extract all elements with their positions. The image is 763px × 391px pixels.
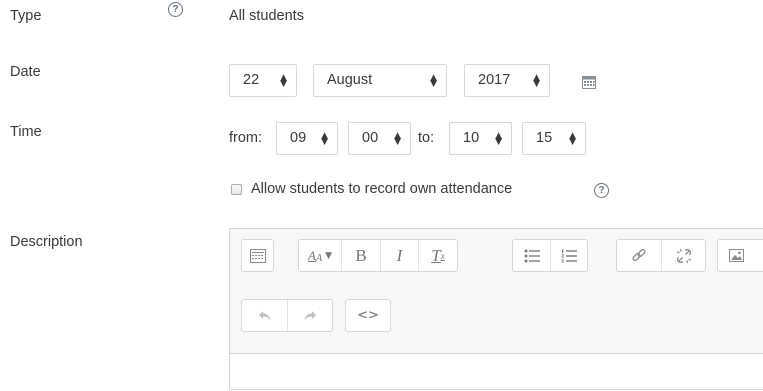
self-record-checkbox[interactable] — [231, 184, 242, 195]
undo-icon[interactable] — [242, 300, 287, 331]
from-minute-select[interactable]: 00 ▲ ▼ — [348, 122, 411, 155]
unordered-list-icon[interactable] — [513, 240, 550, 271]
code-icon[interactable]: <> — [346, 300, 390, 331]
sort-arrows-icon: ▲ ▼ — [280, 72, 287, 89]
sort-arrows-icon: ▲ ▼ — [430, 72, 437, 89]
sort-arrows-icon: ▲ ▼ — [321, 130, 328, 147]
self-record-label: Allow students to record own attendance — [251, 181, 513, 197]
description-text-area[interactable] — [229, 353, 763, 390]
redo-icon[interactable] — [287, 300, 332, 331]
type-value: All students — [229, 8, 304, 24]
question-circle-icon[interactable]: ? — [168, 2, 183, 17]
sort-arrows-icon: ▲ ▼ — [533, 72, 540, 89]
link-icon[interactable] — [617, 240, 661, 271]
italic-icon[interactable]: I — [380, 240, 418, 271]
to-minute-value: 15 — [536, 130, 553, 146]
from-label: from: — [229, 130, 263, 146]
to-hour-select[interactable]: 10 ▲ ▼ — [449, 122, 512, 155]
ordered-list-icon[interactable] — [550, 240, 587, 271]
to-label: to: — [418, 130, 435, 146]
from-hour-value: 09 — [290, 130, 307, 146]
from-minute-value: 00 — [362, 130, 379, 146]
day-select[interactable]: 22 ▲ ▼ — [229, 64, 297, 97]
unlink-icon[interactable] — [661, 240, 705, 271]
to-minute-select[interactable]: 15 ▲ ▼ — [522, 122, 586, 155]
year-select[interactable]: 2017 ▲ ▼ — [464, 64, 550, 97]
to-hour-value: 10 — [463, 130, 480, 146]
font-style-icon[interactable]: A A ▼ — [299, 240, 341, 271]
day-value: 22 — [243, 72, 260, 88]
month-select[interactable]: August ▲ ▼ — [313, 64, 447, 97]
sort-arrows-icon: ▲ ▼ — [394, 130, 401, 147]
year-value: 2017 — [478, 72, 511, 88]
month-value: August — [327, 72, 373, 88]
time-label: Time — [10, 124, 42, 140]
image-icon[interactable] — [718, 240, 754, 271]
question-circle-icon[interactable]: ? — [594, 183, 609, 198]
type-label: Type — [10, 8, 42, 24]
bold-icon[interactable]: B — [341, 240, 380, 271]
sort-arrows-icon: ▲ ▼ — [495, 130, 502, 147]
clear-format-icon[interactable]: Tx — [418, 240, 457, 271]
from-hour-select[interactable]: 09 ▲ ▼ — [276, 122, 338, 155]
keyboard-icon[interactable] — [242, 240, 273, 271]
calendar-icon[interactable] — [582, 75, 596, 89]
date-label: Date — [10, 64, 41, 80]
description-label: Description — [10, 234, 83, 250]
sort-arrows-icon: ▲ ▼ — [569, 130, 576, 147]
